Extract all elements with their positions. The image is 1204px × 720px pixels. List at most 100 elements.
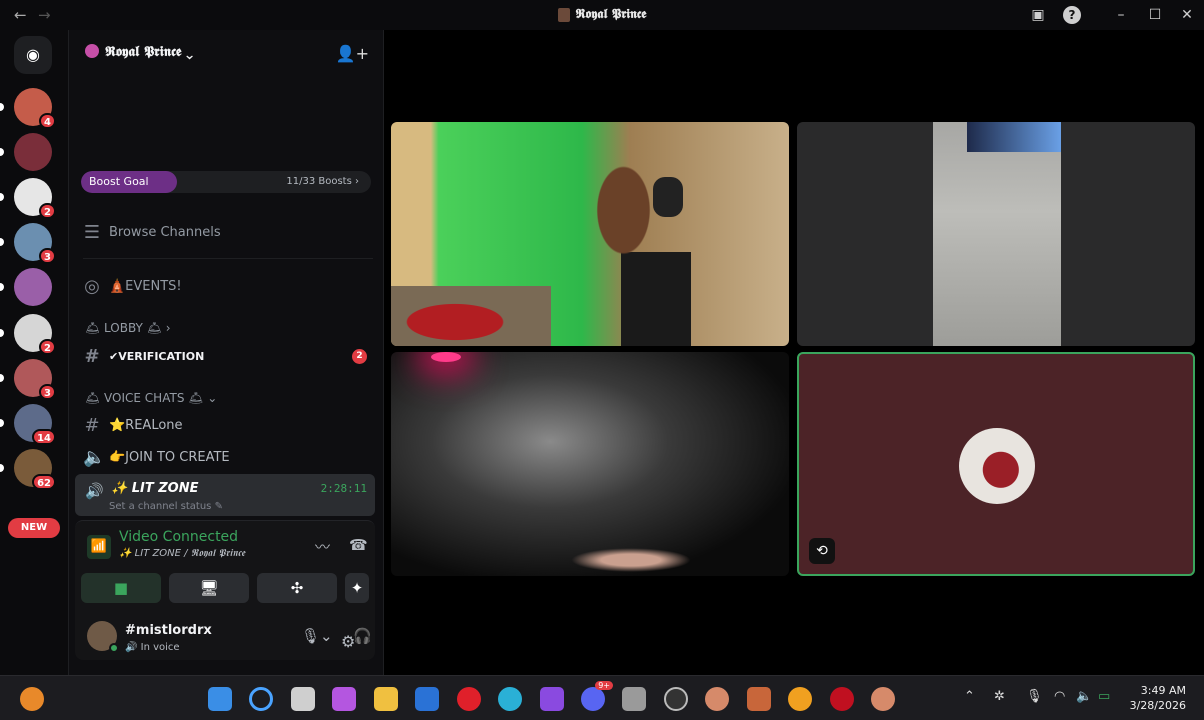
browse-channels[interactable]: ☰ Browse Channels bbox=[83, 218, 221, 246]
channel-verification[interactable]: # ✔VERIFICATION bbox=[83, 342, 204, 370]
close-button[interactable]: ✕ bbox=[1178, 6, 1196, 24]
outlook-icon[interactable] bbox=[415, 687, 439, 711]
edge-icon[interactable] bbox=[498, 687, 522, 711]
app-icon[interactable] bbox=[871, 687, 895, 711]
opera-gx-icon[interactable] bbox=[830, 687, 854, 711]
video-tile-1[interactable] bbox=[391, 122, 789, 346]
system-clock[interactable]: 3:49 AM 3/28/2026 bbox=[1130, 683, 1186, 713]
server-icon-2[interactable] bbox=[0, 133, 52, 171]
chevron-down-icon: ⌄ bbox=[186, 44, 193, 60]
unread-indicator bbox=[0, 103, 4, 111]
voice-location[interactable]: ✨ LIT ZONE / 𝕽𝖔𝖞𝖆𝖑 𝕻𝖗𝖎𝖓𝖈𝖊 bbox=[119, 548, 245, 559]
video-tile-3[interactable] bbox=[391, 352, 789, 576]
channel-realone[interactable]: # ⭐REALone bbox=[83, 411, 182, 439]
mention-badge: 2 bbox=[352, 349, 367, 364]
disconnect-icon[interactable]: ☎ bbox=[349, 536, 368, 554]
mention-badge: 62 bbox=[32, 474, 56, 490]
signal-icon[interactable]: 📶 bbox=[87, 535, 111, 559]
opera-icon[interactable] bbox=[457, 687, 481, 711]
search-icon[interactable] bbox=[249, 687, 273, 711]
file-explorer-icon[interactable] bbox=[374, 687, 398, 711]
server-icon-9[interactable]: 62 bbox=[0, 449, 56, 490]
call-timer: 2:28:11 bbox=[320, 482, 367, 495]
category-lobby[interactable]: 🛎 LOBBY 🛎 › bbox=[85, 321, 171, 335]
maximize-button[interactable]: ☐ bbox=[1146, 6, 1164, 24]
headset bbox=[653, 177, 683, 217]
server-header[interactable]: 𝕽𝖔𝖞𝖆𝖑 𝕻𝖗𝖎𝖓𝖈𝖊 ⌄ bbox=[85, 44, 193, 60]
channel-join-to-create[interactable]: 🔈 👉JOIN TO CREATE bbox=[83, 443, 230, 471]
inbox-icon[interactable]: ▣ bbox=[1029, 6, 1047, 24]
unread-indicator bbox=[0, 283, 4, 291]
window-title: 𝕽𝖔𝖞𝖆𝖑 𝕻𝖗𝖎𝖓𝖈𝖊 bbox=[0, 7, 1204, 22]
invite-people-icon[interactable]: 👤+ bbox=[336, 44, 369, 63]
user-status: 🔊 In voice bbox=[125, 642, 180, 653]
divider bbox=[83, 258, 373, 259]
activities-button[interactable]: ✣ bbox=[257, 573, 337, 603]
username[interactable]: #mistlordrx bbox=[125, 623, 212, 638]
headphones-icon[interactable]: 🎧 bbox=[353, 627, 372, 645]
server-icon-6[interactable]: 2 bbox=[0, 314, 56, 355]
weather-icon[interactable] bbox=[20, 687, 44, 711]
minimize-button[interactable]: – bbox=[1112, 6, 1130, 24]
unread-indicator bbox=[0, 148, 4, 156]
microphone-icon[interactable]: 🎙 bbox=[1026, 689, 1043, 704]
video-tile-2[interactable] bbox=[797, 122, 1195, 346]
camera-icon[interactable] bbox=[622, 687, 646, 711]
mention-badge: 4 bbox=[39, 113, 56, 129]
soundboard-button[interactable]: ✦ bbox=[345, 573, 369, 603]
events-channel[interactable]: ◎ 🛕EVENTS! bbox=[83, 272, 182, 300]
participant-video bbox=[933, 122, 1061, 346]
steam-icon[interactable] bbox=[664, 687, 688, 711]
app-icon[interactable] bbox=[705, 687, 729, 711]
discord-home-icon[interactable]: ◉ bbox=[14, 36, 52, 74]
screen-share-button[interactable]: 🖥 bbox=[169, 573, 249, 603]
mention-badge: 2 bbox=[39, 203, 56, 219]
server-badge-icon bbox=[85, 44, 99, 58]
battery-icon[interactable]: ▭ bbox=[1098, 689, 1110, 704]
user-panel: #mistlordrx 🔊 In voice 🎙⌄ 🎧 bbox=[75, 615, 375, 659]
server-icon-3[interactable]: 2 bbox=[0, 178, 56, 219]
fl-studio-icon[interactable] bbox=[747, 687, 771, 711]
voice-status-title[interactable]: Video Connected bbox=[119, 529, 238, 545]
speaker-icon: 🔊 bbox=[85, 482, 104, 500]
settings-gear-icon[interactable]: ⚙ bbox=[341, 632, 355, 651]
tray-app-icon[interactable]: ✲ bbox=[994, 689, 1005, 704]
online-status-dot bbox=[109, 643, 119, 653]
copilot-icon[interactable] bbox=[332, 687, 356, 711]
video-tile-4-avatar[interactable]: ⟲ bbox=[797, 352, 1195, 576]
stage-icon: ◎ bbox=[84, 275, 100, 297]
hash-icon: # bbox=[84, 414, 100, 436]
boost-goal-bar[interactable]: Boost Goal 11/33 Boosts › bbox=[81, 171, 371, 193]
wifi-icon[interactable]: ◠ bbox=[1054, 689, 1065, 704]
unread-indicator bbox=[0, 238, 4, 246]
help-icon[interactable]: ? bbox=[1063, 6, 1081, 24]
server-avatar bbox=[14, 268, 52, 306]
clipchamp-icon[interactable] bbox=[540, 687, 564, 711]
chevron-up-icon[interactable]: ⌃ bbox=[964, 689, 975, 704]
server-icon-1[interactable]: 4 bbox=[0, 88, 56, 129]
camera-button[interactable]: ■ bbox=[81, 573, 161, 603]
server-icon-7[interactable]: 3 bbox=[0, 359, 56, 400]
stream-icon[interactable]: ⟲ bbox=[809, 538, 835, 564]
boost-count: 11/33 Boosts › bbox=[286, 176, 359, 187]
video-frame bbox=[431, 352, 461, 362]
volume-icon[interactable]: 🔈 bbox=[1076, 689, 1092, 704]
microphone-icon[interactable]: 🎙⌄ bbox=[301, 627, 333, 645]
channel-status[interactable]: Set a channel status ✎ bbox=[109, 501, 223, 512]
server-icon-4[interactable]: 3 bbox=[0, 223, 56, 264]
server-icon-5[interactable] bbox=[0, 268, 52, 306]
video-frame bbox=[391, 286, 551, 346]
windows-taskbar: 9+ ⌃ ✲ 🎙 ◠ 🔈 ▭ 3:49 AM 3/28/2026 bbox=[0, 675, 1204, 720]
unread-indicator bbox=[0, 374, 4, 382]
discord-taskbar-icon[interactable]: 9+ bbox=[581, 681, 613, 711]
title-bar: ← → 𝕽𝖔𝖞𝖆𝖑 𝕻𝖗𝖎𝖓𝖈𝖊 ▣ ? – ☐ ✕ bbox=[0, 0, 1204, 30]
category-voice-chats[interactable]: 🛎 VOICE CHATS 🛎 ⌄ bbox=[85, 391, 217, 405]
chrome-icon[interactable] bbox=[788, 687, 812, 711]
server-icon-8[interactable]: 14 bbox=[0, 404, 56, 445]
task-view-icon[interactable] bbox=[291, 687, 315, 711]
start-icon[interactable] bbox=[208, 687, 232, 711]
noise-suppression-icon[interactable]: 〰 bbox=[315, 536, 330, 557]
server-rail: ◉ 4 2 3 2 3 14 62 NEW bbox=[0, 30, 68, 675]
list-search-icon: ☰ bbox=[83, 221, 101, 243]
channel-lit-zone[interactable]: 🔊 ✨ LIT ZONE Set a channel status ✎ 2:28… bbox=[75, 474, 375, 516]
